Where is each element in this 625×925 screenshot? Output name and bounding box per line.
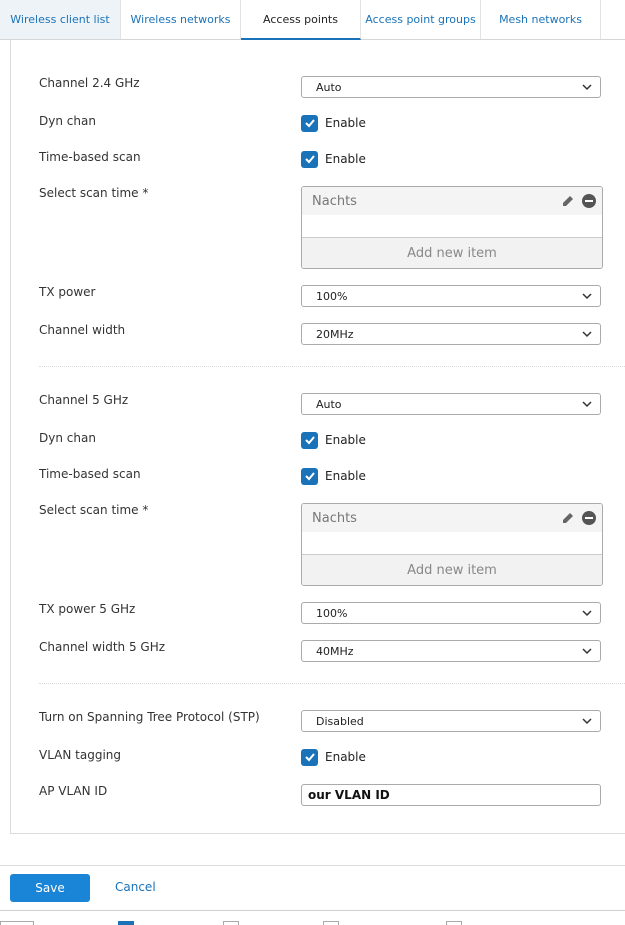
list-item[interactable]: Nachts (302, 187, 602, 215)
bottom-tab (0, 921, 34, 925)
dyn-chan-24-check-label: Enable (325, 116, 366, 130)
stp-value: Disabled (316, 714, 364, 728)
checkmark-icon (301, 150, 318, 168)
channel-width-24-select[interactable]: 20MHz (301, 323, 601, 345)
time-scan-24-checkbox[interactable]: Enable (301, 150, 366, 168)
channel-5-value: Auto (316, 397, 342, 411)
pencil-icon[interactable] (560, 193, 576, 209)
dyn-chan-5-checkbox[interactable]: Enable (301, 431, 366, 449)
section-divider (39, 683, 625, 684)
scan-time-5-list: Nachts Add new item (301, 503, 603, 586)
stp-label: Turn on Spanning Tree Protocol (STP) (39, 710, 260, 724)
section-divider (39, 366, 625, 367)
ap-vlan-id-input[interactable] (301, 784, 601, 806)
channel-24-value: Auto (316, 80, 342, 94)
chevron-down-icon (582, 718, 592, 725)
dyn-chan-24-label: Dyn chan (39, 114, 96, 128)
remove-icon[interactable] (582, 194, 596, 208)
tab-access-point-groups[interactable]: Access point groups (361, 0, 481, 39)
chevron-down-icon (582, 610, 592, 617)
tab-wireless-networks[interactable]: Wireless networks (121, 0, 241, 39)
bottom-tab (118, 921, 134, 925)
add-new-item-button[interactable]: Add new item (302, 554, 602, 585)
checkmark-icon (301, 114, 318, 132)
tab-access-points[interactable]: Access points (241, 0, 361, 40)
scan-time-24-label: Select scan time * (39, 186, 149, 200)
checkmark-icon (301, 431, 318, 449)
tab-wireless-client-list[interactable]: Wireless client list (0, 0, 121, 39)
channel-5-label: Channel 5 GHz (39, 393, 129, 407)
save-button[interactable]: Save (10, 874, 90, 902)
tx-power-5-value: 100% (316, 606, 348, 620)
channel-width-5-value: 40MHz (316, 644, 354, 658)
footer-divider (0, 865, 625, 866)
chevron-down-icon (582, 648, 592, 655)
checkmark-icon (301, 467, 318, 485)
tx-power-24-select[interactable]: 100% (301, 285, 601, 307)
bottom-tab (223, 921, 239, 925)
dyn-chan-5-check-label: Enable (325, 433, 366, 447)
channel-width-24-value: 20MHz (316, 327, 354, 341)
time-scan-5-check-label: Enable (325, 469, 366, 483)
time-scan-24-label: Time-based scan (39, 150, 141, 164)
scan-time-5-label: Select scan time * (39, 503, 149, 517)
scan-time-24-list: Nachts Add new item (301, 186, 603, 269)
channel-24-select[interactable]: Auto (301, 76, 601, 98)
cancel-button[interactable]: Cancel (115, 880, 156, 894)
tab-mesh-networks[interactable]: Mesh networks (481, 0, 601, 39)
tx-power-5-label: TX power 5 GHz (39, 602, 136, 616)
time-scan-5-checkbox[interactable]: Enable (301, 467, 366, 485)
vlan-tagging-label: VLAN tagging (39, 748, 122, 762)
bottom-tab (446, 921, 462, 925)
time-scan-5-label: Time-based scan (39, 467, 141, 481)
bottom-tab (323, 921, 339, 925)
add-new-item-button[interactable]: Add new item (302, 237, 602, 268)
vlan-tagging-check-label: Enable (325, 750, 366, 764)
channel-width-5-select[interactable]: 40MHz (301, 640, 601, 662)
list-item[interactable]: Nachts (302, 504, 602, 532)
stp-select[interactable]: Disabled (301, 710, 601, 732)
dyn-chan-24-checkbox[interactable]: Enable (301, 114, 366, 132)
channel-width-24-label: Channel width (39, 323, 126, 337)
chevron-down-icon (582, 84, 592, 91)
time-scan-24-check-label: Enable (325, 152, 366, 166)
scan-time-5-item: Nachts (312, 510, 357, 526)
dyn-chan-5-label: Dyn chan (39, 431, 96, 445)
chevron-down-icon (582, 293, 592, 300)
channel-24-label: Channel 2.4 GHz (39, 76, 140, 90)
vlan-tagging-checkbox[interactable]: Enable (301, 748, 366, 766)
channel-5-select[interactable]: Auto (301, 393, 601, 415)
ap-vlan-id-label: AP VLAN ID (39, 784, 108, 798)
remove-icon[interactable] (582, 511, 596, 525)
bottom-strip (0, 910, 625, 925)
scan-time-24-item: Nachts (312, 193, 357, 209)
chevron-down-icon (582, 331, 592, 338)
tx-power-24-value: 100% (316, 289, 348, 303)
checkmark-icon (301, 748, 318, 766)
tx-power-24-label: TX power (39, 285, 96, 299)
tab-bar: Wireless client list Wireless networks A… (0, 0, 625, 40)
tx-power-5-select[interactable]: 100% (301, 602, 601, 624)
chevron-down-icon (582, 401, 592, 408)
channel-width-5-label: Channel width 5 GHz (39, 640, 166, 654)
pencil-icon[interactable] (560, 510, 576, 526)
